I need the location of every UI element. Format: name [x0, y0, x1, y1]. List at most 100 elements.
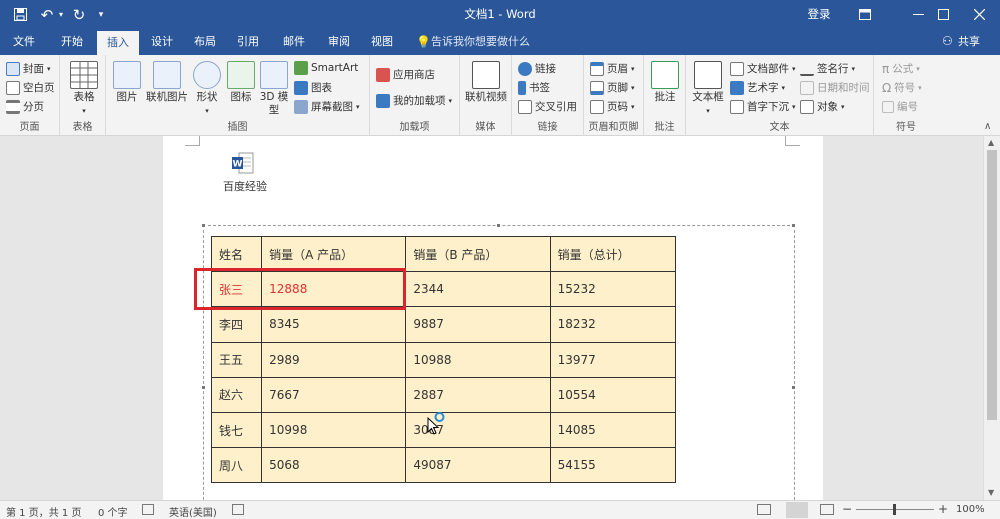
macro-record-icon[interactable] [232, 504, 244, 515]
smartart-button[interactable]: SmartArt [294, 61, 358, 75]
drop-cap-button[interactable]: 首字下沉 ▾ [730, 99, 796, 114]
resize-handle[interactable] [791, 223, 796, 228]
table-cell[interactable]: 9887 [405, 306, 551, 343]
table-button[interactable]: 表格 ▾ [66, 61, 102, 118]
resize-handle[interactable] [201, 385, 206, 390]
symbol-button[interactable]: Ω 符号 ▾ [882, 80, 922, 95]
collapse-ribbon-icon[interactable]: ∧ [984, 121, 991, 132]
3d-models-button[interactable]: 3D 模型 [259, 61, 289, 117]
table-cell[interactable]: 7667 [261, 376, 407, 413]
cover-page-button[interactable]: 封面 ▾ [6, 61, 51, 76]
table-cell[interactable]: 李四 [210, 306, 263, 343]
chart-button[interactable]: 图表 [294, 80, 332, 95]
page-number-button[interactable]: 页码 ▾ [590, 99, 635, 114]
tab-design[interactable]: 设计 [142, 29, 182, 55]
vertical-scrollbar[interactable]: ▲ ▼ [983, 136, 1000, 500]
link-button[interactable]: 链接 [518, 61, 556, 76]
word-count[interactable]: 0 个字 [98, 504, 128, 519]
header-button[interactable]: 页眉 ▾ [590, 61, 635, 76]
tab-references[interactable]: 引用 [230, 29, 266, 55]
share-button[interactable]: 共享 [958, 29, 980, 55]
language-indicator[interactable]: 英语(美国) [169, 504, 217, 519]
number-button[interactable]: 编号 [882, 99, 918, 114]
table-cell[interactable]: 10554 [549, 376, 677, 413]
bookmark-button[interactable]: 书签 [518, 80, 550, 95]
header-cell[interactable]: 销量（B 产品） [405, 235, 551, 273]
table-cell[interactable]: 10998 [261, 411, 407, 449]
resize-handle[interactable] [201, 223, 206, 228]
icons-button[interactable]: 图标 [226, 61, 256, 104]
table-cell[interactable]: 15232 [549, 271, 677, 308]
ribbon-display-options-icon[interactable] [850, 0, 880, 29]
shapes-button[interactable]: 形状 ▾ [192, 61, 222, 118]
tell-me-search[interactable]: 告诉我你想要做什么 [431, 29, 530, 55]
comment-button[interactable]: 批注 [648, 61, 682, 104]
date-time-button[interactable]: 日期和时间 [800, 80, 870, 95]
online-video-button[interactable]: 联机视频 [462, 61, 510, 104]
my-addins-button[interactable]: 我的加载项 ▾ [376, 93, 452, 108]
table-cell[interactable]: 8345 [261, 306, 407, 343]
tab-home[interactable]: 开始 [52, 29, 92, 55]
textbox-button[interactable]: 文本框 ▾ [688, 61, 728, 118]
store-button[interactable]: 应用商店 [376, 67, 435, 82]
tab-layout[interactable]: 布局 [187, 29, 223, 55]
table-cell[interactable]: 13977 [549, 341, 677, 378]
table-cell[interactable]: 钱七 [210, 411, 263, 449]
zoom-slider-thumb[interactable] [893, 504, 896, 515]
scroll-up-icon[interactable]: ▲ [988, 138, 994, 147]
header-cell[interactable]: 姓名 [210, 235, 263, 273]
scrollbar-thumb[interactable] [987, 150, 997, 420]
object-button[interactable]: 对象 ▾ [800, 99, 845, 114]
table-cell[interactable]: 5068 [261, 447, 407, 484]
zoom-out-icon[interactable]: − [842, 502, 852, 516]
footer-button[interactable]: 页脚 ▾ [590, 80, 635, 95]
tab-insert[interactable]: 插入 [97, 31, 139, 55]
word-document-icon[interactable]: W [231, 151, 255, 175]
tab-file[interactable]: 文件 [4, 29, 44, 55]
close-icon[interactable] [958, 0, 1000, 29]
table-cell[interactable]: 2344 [405, 271, 551, 308]
wordart-button[interactable]: 艺术字 ▾ [730, 80, 785, 95]
resize-handle[interactable] [496, 223, 501, 228]
table-cell[interactable]: 14085 [549, 411, 677, 449]
zoom-level[interactable]: 100% [956, 504, 985, 515]
save-icon[interactable] [10, 0, 30, 29]
print-layout-icon[interactable] [786, 502, 808, 518]
picture-button[interactable]: 图片 [112, 61, 142, 104]
table-cell[interactable]: 王五 [210, 341, 263, 378]
tab-review[interactable]: 审阅 [321, 29, 357, 55]
header-cell[interactable]: 销量（A 产品） [261, 235, 407, 273]
equation-button[interactable]: π 公式 ▾ [882, 61, 920, 76]
table-cell[interactable]: 赵六 [210, 376, 263, 413]
login-button[interactable]: 登录 [800, 0, 838, 29]
screenshot-button[interactable]: 屏幕截图 ▾ [294, 99, 360, 114]
page-break-button[interactable]: 分页 [6, 99, 44, 114]
read-mode-icon[interactable] [757, 504, 771, 515]
signature-line-button[interactable]: 签名行 ▾ [800, 61, 855, 76]
redo-icon[interactable]: ↻ [70, 0, 88, 29]
table-cell[interactable]: 18232 [549, 306, 677, 343]
table-cell[interactable]: 2887 [405, 376, 551, 413]
quick-parts-button[interactable]: 文档部件 ▾ [730, 61, 796, 76]
resize-handle[interactable] [791, 385, 796, 390]
page-count[interactable]: 第 1 页，共 1 页 [6, 504, 81, 519]
table-cell[interactable]: 周八 [210, 447, 263, 484]
header-cell[interactable]: 销量（总计） [549, 235, 677, 273]
scroll-down-icon[interactable]: ▼ [988, 488, 994, 497]
cross-reference-button[interactable]: 交叉引用 [518, 99, 577, 114]
proofing-icon[interactable] [142, 504, 154, 515]
undo-icon[interactable]: ↶ [38, 0, 56, 29]
table-cell[interactable]: 2989 [261, 341, 407, 378]
tab-mailings[interactable]: 邮件 [276, 29, 312, 55]
document-page[interactable]: W 百度经验 姓名 销量（A 产品） 销量（B 产品） 销量（总计） 张三 12… [163, 136, 823, 500]
table-cell[interactable]: 49087 [405, 447, 551, 484]
table-cell[interactable]: 10988 [405, 341, 551, 378]
tab-view[interactable]: 视图 [364, 29, 400, 55]
undo-dropdown-icon[interactable]: ▾ [56, 0, 66, 29]
web-layout-icon[interactable] [820, 504, 834, 515]
online-picture-button[interactable]: 联机图片 [144, 61, 190, 104]
table-cell[interactable]: 54155 [549, 447, 677, 484]
blank-page-button[interactable]: 空白页 [6, 80, 55, 95]
customize-qat-icon[interactable]: ▾ [94, 0, 108, 29]
zoom-in-icon[interactable]: + [938, 502, 948, 516]
